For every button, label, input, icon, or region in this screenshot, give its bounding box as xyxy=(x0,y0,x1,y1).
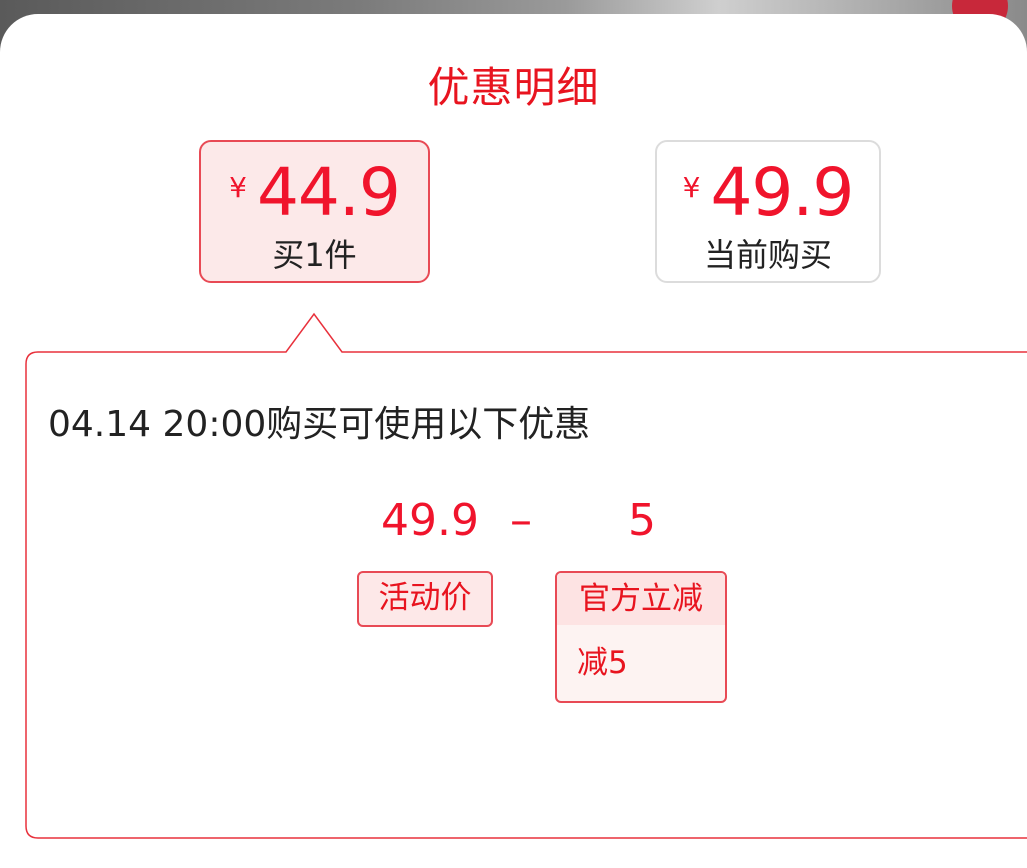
activity-price-tag: 活动价 xyxy=(357,571,493,627)
option-label: 买1件 xyxy=(272,236,357,274)
option-card-current[interactable]: ¥49.9 当前购买 xyxy=(655,140,881,283)
discount-condition-text: 04.14 20:00购买可使用以下优惠 xyxy=(48,404,591,445)
official-discount-detail: 减5 xyxy=(577,645,628,681)
price-value: 44.9 xyxy=(256,154,401,231)
option-price: ¥49.9 xyxy=(657,154,879,231)
currency-symbol: ¥ xyxy=(229,171,247,204)
minus-operator: – xyxy=(510,495,532,546)
base-price-value: 49.9 xyxy=(381,495,479,546)
currency-symbol: ¥ xyxy=(682,171,701,204)
option-card-buy-1[interactable]: ¥44.9 买1件 xyxy=(199,140,430,283)
option-label: 当前购买 xyxy=(703,236,832,274)
sheet-title: 优惠明细 xyxy=(427,63,600,112)
official-discount-tag: 官方立减 减5 xyxy=(555,571,727,703)
price-value: 49.9 xyxy=(710,154,854,231)
discount-amount-value: 5 xyxy=(628,495,656,546)
option-price: ¥44.9 xyxy=(201,154,428,231)
official-discount-title: 官方立减 xyxy=(557,573,725,625)
